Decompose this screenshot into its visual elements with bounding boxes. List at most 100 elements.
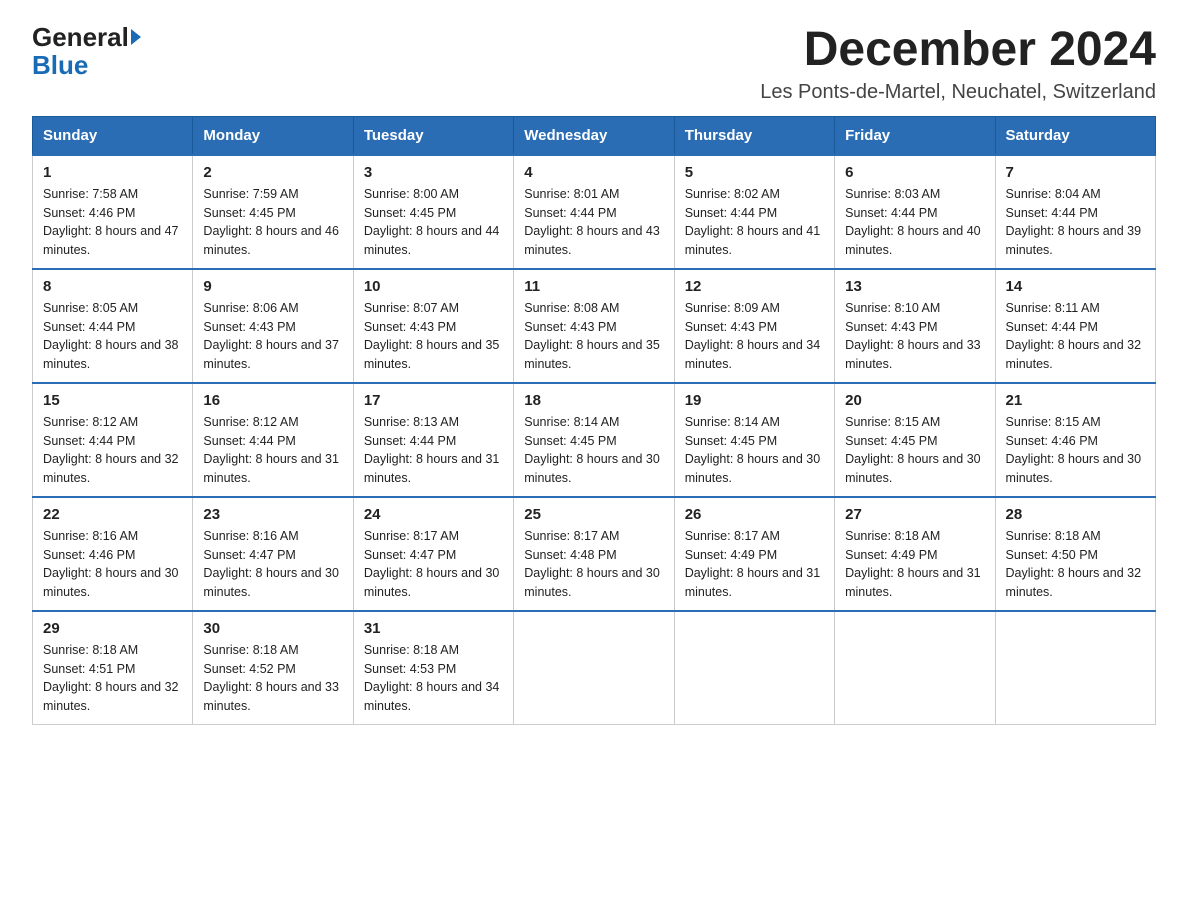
calendar-cell: 21 Sunrise: 8:15 AMSunset: 4:46 PMDaylig… [995, 383, 1155, 497]
day-info: Sunrise: 8:00 AMSunset: 4:45 PMDaylight:… [364, 187, 500, 257]
day-number: 29 [43, 620, 182, 637]
calendar-week-row: 8 Sunrise: 8:05 AMSunset: 4:44 PMDayligh… [33, 269, 1156, 383]
header-wednesday: Wednesday [514, 116, 674, 155]
day-number: 19 [685, 392, 824, 409]
calendar-cell: 25 Sunrise: 8:17 AMSunset: 4:48 PMDaylig… [514, 497, 674, 611]
calendar-cell: 5 Sunrise: 8:02 AMSunset: 4:44 PMDayligh… [674, 155, 834, 269]
calendar-cell: 11 Sunrise: 8:08 AMSunset: 4:43 PMDaylig… [514, 269, 674, 383]
day-number: 6 [845, 164, 984, 181]
calendar-table: SundayMondayTuesdayWednesdayThursdayFrid… [32, 116, 1156, 725]
day-number: 9 [203, 278, 342, 295]
day-number: 30 [203, 620, 342, 637]
day-number: 14 [1006, 278, 1145, 295]
day-number: 23 [203, 506, 342, 523]
day-number: 10 [364, 278, 503, 295]
day-number: 17 [364, 392, 503, 409]
day-number: 27 [845, 506, 984, 523]
day-info: Sunrise: 8:14 AMSunset: 4:45 PMDaylight:… [685, 415, 821, 485]
day-number: 18 [524, 392, 663, 409]
calendar-cell: 13 Sunrise: 8:10 AMSunset: 4:43 PMDaylig… [835, 269, 995, 383]
calendar-cell: 8 Sunrise: 8:05 AMSunset: 4:44 PMDayligh… [33, 269, 193, 383]
calendar-cell: 6 Sunrise: 8:03 AMSunset: 4:44 PMDayligh… [835, 155, 995, 269]
day-number: 13 [845, 278, 984, 295]
calendar-cell: 18 Sunrise: 8:14 AMSunset: 4:45 PMDaylig… [514, 383, 674, 497]
calendar-cell [674, 611, 834, 725]
logo-text: General [32, 24, 141, 50]
calendar-week-row: 15 Sunrise: 8:12 AMSunset: 4:44 PMDaylig… [33, 383, 1156, 497]
day-info: Sunrise: 7:58 AMSunset: 4:46 PMDaylight:… [43, 187, 179, 257]
calendar-cell: 1 Sunrise: 7:58 AMSunset: 4:46 PMDayligh… [33, 155, 193, 269]
calendar-cell: 23 Sunrise: 8:16 AMSunset: 4:47 PMDaylig… [193, 497, 353, 611]
day-info: Sunrise: 8:09 AMSunset: 4:43 PMDaylight:… [685, 301, 821, 371]
page-title: December 2024 [760, 24, 1156, 77]
calendar-cell: 12 Sunrise: 8:09 AMSunset: 4:43 PMDaylig… [674, 269, 834, 383]
day-number: 15 [43, 392, 182, 409]
header-tuesday: Tuesday [353, 116, 513, 155]
day-info: Sunrise: 8:15 AMSunset: 4:45 PMDaylight:… [845, 415, 981, 485]
day-info: Sunrise: 8:03 AMSunset: 4:44 PMDaylight:… [845, 187, 981, 257]
calendar-header-row: SundayMondayTuesdayWednesdayThursdayFrid… [33, 116, 1156, 155]
calendar-cell: 3 Sunrise: 8:00 AMSunset: 4:45 PMDayligh… [353, 155, 513, 269]
calendar-cell: 19 Sunrise: 8:14 AMSunset: 4:45 PMDaylig… [674, 383, 834, 497]
day-number: 7 [1006, 164, 1145, 181]
page-subtitle: Les Ponts-de-Martel, Neuchatel, Switzerl… [760, 81, 1156, 104]
page-header: General Blue December 2024 Les Ponts-de-… [32, 24, 1156, 104]
day-info: Sunrise: 8:11 AMSunset: 4:44 PMDaylight:… [1006, 301, 1142, 371]
day-info: Sunrise: 8:17 AMSunset: 4:48 PMDaylight:… [524, 529, 660, 599]
calendar-cell [514, 611, 674, 725]
day-info: Sunrise: 8:12 AMSunset: 4:44 PMDaylight:… [203, 415, 339, 485]
day-info: Sunrise: 8:18 AMSunset: 4:51 PMDaylight:… [43, 643, 179, 713]
calendar-cell: 14 Sunrise: 8:11 AMSunset: 4:44 PMDaylig… [995, 269, 1155, 383]
calendar-cell: 4 Sunrise: 8:01 AMSunset: 4:44 PMDayligh… [514, 155, 674, 269]
day-info: Sunrise: 8:06 AMSunset: 4:43 PMDaylight:… [203, 301, 339, 371]
calendar-cell: 24 Sunrise: 8:17 AMSunset: 4:47 PMDaylig… [353, 497, 513, 611]
calendar-cell: 9 Sunrise: 8:06 AMSunset: 4:43 PMDayligh… [193, 269, 353, 383]
day-info: Sunrise: 8:07 AMSunset: 4:43 PMDaylight:… [364, 301, 500, 371]
calendar-cell: 20 Sunrise: 8:15 AMSunset: 4:45 PMDaylig… [835, 383, 995, 497]
day-info: Sunrise: 8:15 AMSunset: 4:46 PMDaylight:… [1006, 415, 1142, 485]
calendar-cell: 29 Sunrise: 8:18 AMSunset: 4:51 PMDaylig… [33, 611, 193, 725]
logo-blue: Blue [32, 52, 88, 78]
calendar-cell: 28 Sunrise: 8:18 AMSunset: 4:50 PMDaylig… [995, 497, 1155, 611]
day-number: 8 [43, 278, 182, 295]
calendar-cell [995, 611, 1155, 725]
calendar-week-row: 1 Sunrise: 7:58 AMSunset: 4:46 PMDayligh… [33, 155, 1156, 269]
day-number: 2 [203, 164, 342, 181]
day-number: 31 [364, 620, 503, 637]
day-info: Sunrise: 8:17 AMSunset: 4:47 PMDaylight:… [364, 529, 500, 599]
day-info: Sunrise: 8:18 AMSunset: 4:49 PMDaylight:… [845, 529, 981, 599]
day-info: Sunrise: 8:02 AMSunset: 4:44 PMDaylight:… [685, 187, 821, 257]
day-number: 20 [845, 392, 984, 409]
title-block: December 2024 Les Ponts-de-Martel, Neuch… [760, 24, 1156, 104]
calendar-week-row: 22 Sunrise: 8:16 AMSunset: 4:46 PMDaylig… [33, 497, 1156, 611]
day-info: Sunrise: 8:16 AMSunset: 4:46 PMDaylight:… [43, 529, 179, 599]
logo: General Blue [32, 24, 141, 78]
calendar-cell: 26 Sunrise: 8:17 AMSunset: 4:49 PMDaylig… [674, 497, 834, 611]
day-info: Sunrise: 7:59 AMSunset: 4:45 PMDaylight:… [203, 187, 339, 257]
header-thursday: Thursday [674, 116, 834, 155]
header-sunday: Sunday [33, 116, 193, 155]
day-number: 28 [1006, 506, 1145, 523]
day-number: 1 [43, 164, 182, 181]
calendar-cell: 22 Sunrise: 8:16 AMSunset: 4:46 PMDaylig… [33, 497, 193, 611]
header-saturday: Saturday [995, 116, 1155, 155]
day-info: Sunrise: 8:18 AMSunset: 4:50 PMDaylight:… [1006, 529, 1142, 599]
day-number: 26 [685, 506, 824, 523]
calendar-cell: 27 Sunrise: 8:18 AMSunset: 4:49 PMDaylig… [835, 497, 995, 611]
calendar-cell: 7 Sunrise: 8:04 AMSunset: 4:44 PMDayligh… [995, 155, 1155, 269]
header-friday: Friday [835, 116, 995, 155]
day-info: Sunrise: 8:14 AMSunset: 4:45 PMDaylight:… [524, 415, 660, 485]
day-number: 21 [1006, 392, 1145, 409]
calendar-cell: 31 Sunrise: 8:18 AMSunset: 4:53 PMDaylig… [353, 611, 513, 725]
calendar-cell: 17 Sunrise: 8:13 AMSunset: 4:44 PMDaylig… [353, 383, 513, 497]
calendar-cell [835, 611, 995, 725]
day-info: Sunrise: 8:05 AMSunset: 4:44 PMDaylight:… [43, 301, 179, 371]
day-number: 3 [364, 164, 503, 181]
day-info: Sunrise: 8:18 AMSunset: 4:53 PMDaylight:… [364, 643, 500, 713]
day-info: Sunrise: 8:12 AMSunset: 4:44 PMDaylight:… [43, 415, 179, 485]
header-monday: Monday [193, 116, 353, 155]
day-info: Sunrise: 8:01 AMSunset: 4:44 PMDaylight:… [524, 187, 660, 257]
day-number: 5 [685, 164, 824, 181]
calendar-cell: 15 Sunrise: 8:12 AMSunset: 4:44 PMDaylig… [33, 383, 193, 497]
calendar-cell: 2 Sunrise: 7:59 AMSunset: 4:45 PMDayligh… [193, 155, 353, 269]
